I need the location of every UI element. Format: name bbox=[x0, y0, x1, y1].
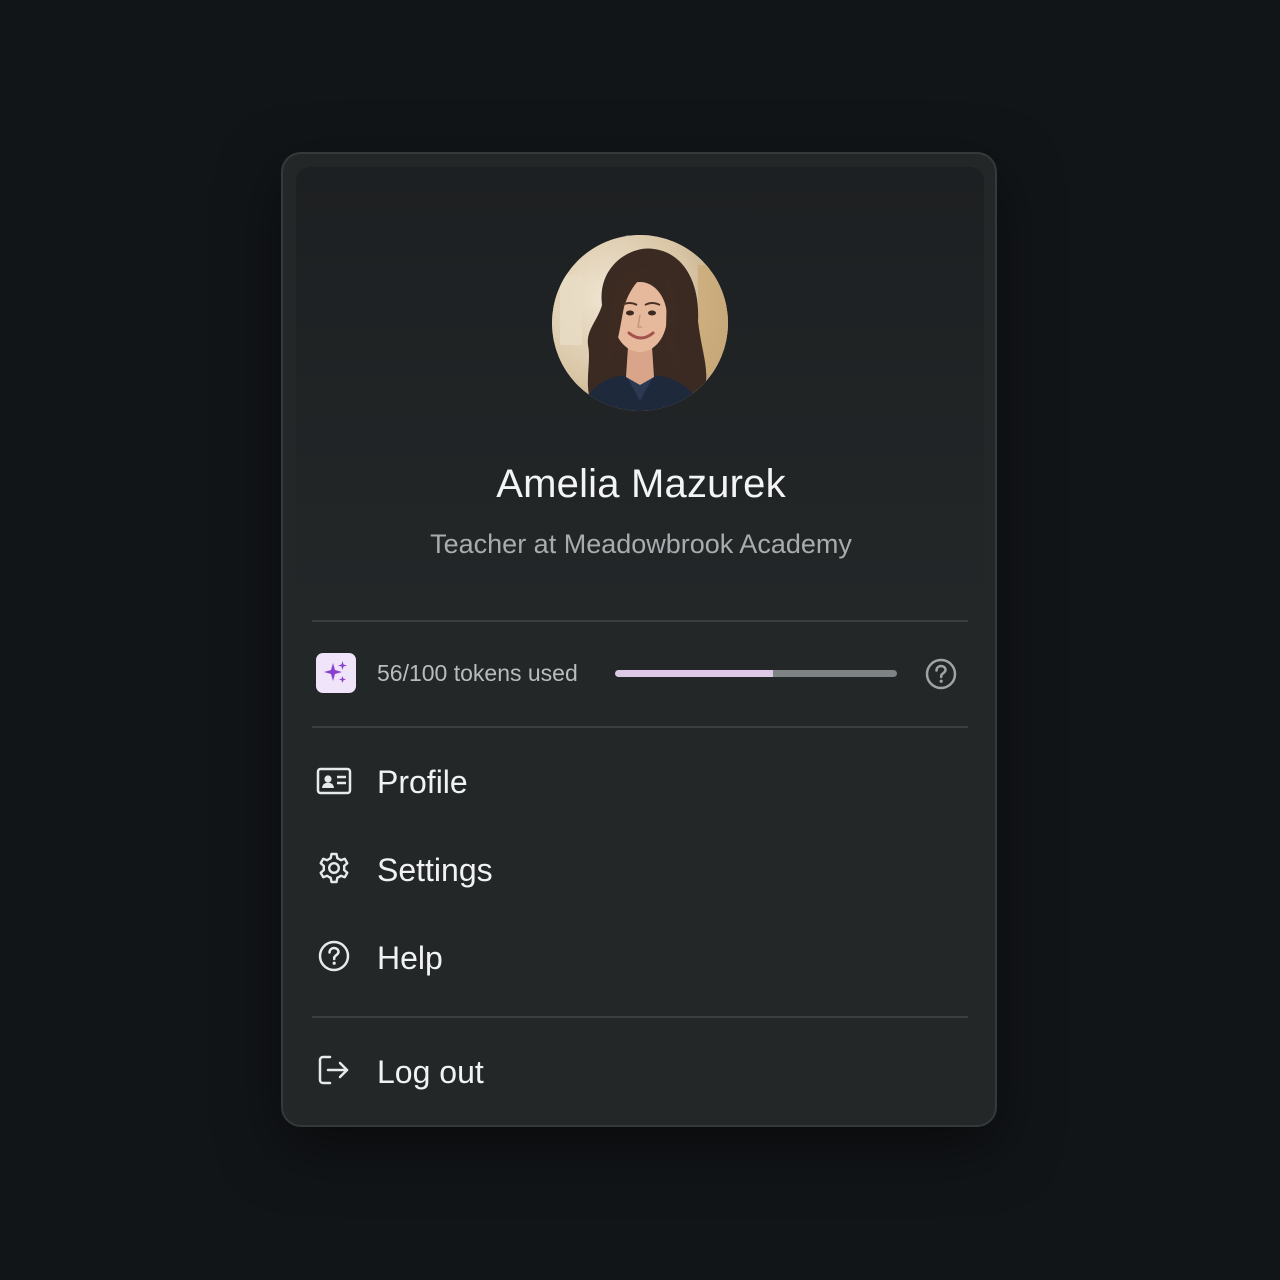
gear-icon bbox=[316, 852, 356, 888]
token-usage-row: 56/100 tokens used bbox=[316, 653, 962, 695]
menu-item-label: Log out bbox=[377, 1054, 484, 1090]
id-card-icon bbox=[316, 766, 356, 800]
token-usage-label: 56/100 tokens used bbox=[377, 660, 578, 686]
divider bbox=[312, 726, 968, 728]
token-progress-bar bbox=[615, 670, 897, 677]
menu-item-label: Settings bbox=[377, 852, 493, 888]
help-circle-icon bbox=[316, 940, 356, 976]
menu-item-settings[interactable]: Settings bbox=[316, 842, 966, 898]
menu-item-logout[interactable]: Log out bbox=[316, 1044, 966, 1100]
menu-item-label: Profile bbox=[377, 764, 468, 800]
avatar-photo bbox=[552, 235, 728, 411]
divider bbox=[312, 620, 968, 622]
divider bbox=[312, 1016, 968, 1018]
sparkle-icon bbox=[316, 653, 356, 693]
token-help-icon[interactable] bbox=[924, 657, 958, 696]
avatar bbox=[552, 235, 728, 411]
user-menu-dropdown: Amelia Mazurek Teacher at Meadowbrook Ac… bbox=[281, 152, 997, 1127]
menu-item-help[interactable]: Help bbox=[316, 930, 966, 986]
user-role: Teacher at Meadowbrook Academy bbox=[430, 529, 852, 559]
user-name: Amelia Mazurek bbox=[496, 462, 786, 506]
menu-item-label: Help bbox=[377, 940, 443, 976]
menu-item-profile[interactable]: Profile bbox=[316, 754, 966, 810]
token-progress-fill bbox=[615, 670, 773, 677]
logout-icon bbox=[316, 1055, 356, 1090]
